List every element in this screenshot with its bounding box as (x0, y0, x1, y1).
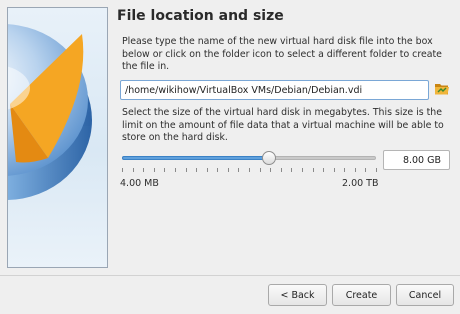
slider-tick (323, 168, 324, 172)
slider-handle[interactable] (262, 151, 277, 165)
size-instructions: Select the size of the virtual hard disk… (122, 107, 444, 143)
slider-tick (313, 168, 314, 172)
slider-tick (302, 168, 303, 172)
size-slider[interactable] (120, 150, 378, 166)
slider-tick (376, 168, 377, 172)
file-path-input[interactable] (120, 80, 429, 100)
slider-tick (122, 168, 123, 172)
slider-tick (196, 168, 197, 172)
slider-tick (217, 168, 218, 172)
slider-tick (154, 168, 155, 172)
size-max-label: 2.00 TB (342, 178, 379, 189)
folder-open-icon (435, 84, 449, 95)
slider-tick (143, 168, 144, 172)
slider-tick (260, 168, 261, 172)
location-instructions: Please type the name of the new virtual … (122, 36, 442, 72)
slider-tick (270, 168, 271, 172)
slider-tick (207, 168, 208, 172)
virtualbox-disk-illustration (8, 24, 92, 200)
slider-tick (164, 168, 165, 172)
slider-tick (344, 168, 345, 172)
back-button[interactable]: < Back (268, 284, 327, 306)
size-input[interactable] (383, 150, 450, 170)
slider-tick (281, 168, 282, 172)
slider-tick (355, 168, 356, 172)
slider-tick (365, 168, 366, 172)
slider-tick (133, 168, 134, 172)
slider-tick (228, 168, 229, 172)
slider-tick (175, 168, 176, 172)
create-button[interactable]: Create (332, 284, 391, 306)
slider-tick (291, 168, 292, 172)
slider-ticks (122, 168, 377, 172)
slider-tick (249, 168, 250, 172)
page-title: File location and size (117, 8, 284, 24)
slider-fill (122, 156, 270, 160)
size-min-label: 4.00 MB (120, 178, 159, 189)
slider-tick (186, 168, 187, 172)
button-separator (0, 275, 460, 276)
select-folder-button[interactable] (434, 81, 450, 97)
slider-tick (334, 168, 335, 172)
wizard-side-image (7, 7, 108, 268)
slider-tick (238, 168, 239, 172)
cancel-button[interactable]: Cancel (396, 284, 454, 306)
